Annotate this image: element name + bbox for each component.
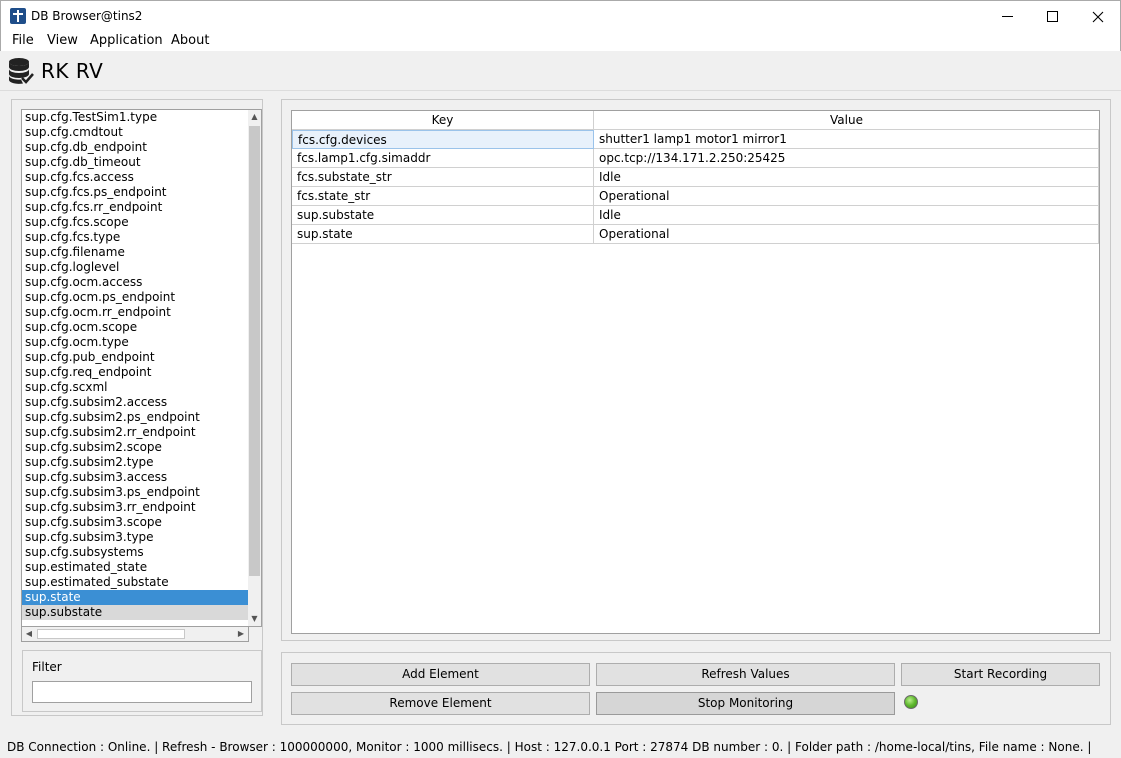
list-item[interactable]: sup.cfg.ocm.scope	[22, 320, 248, 335]
key-list-horizontal-scrollbar[interactable]: ◀ ▶	[21, 627, 249, 642]
scroll-down-icon[interactable]: ▼	[248, 612, 261, 626]
list-item[interactable]: sup.cfg.subsim2.rr_endpoint	[22, 425, 248, 440]
table-cell-value[interactable]: opc.tcp://134.171.2.250:25425	[594, 149, 1099, 168]
close-icon	[1092, 11, 1104, 22]
table-row[interactable]: fcs.state_str Operational	[292, 187, 1099, 206]
table-cell-value[interactable]: Operational	[594, 187, 1099, 206]
list-item[interactable]: sup.cfg.fcs.rr_endpoint	[22, 200, 248, 215]
list-item[interactable]: sup.estimated_state	[22, 560, 248, 575]
database-check-icon	[9, 58, 34, 84]
filter-group: Filter	[22, 650, 262, 712]
key-list[interactable]: sup.cfg.TestSim1.type sup.cfg.cmdtout sup.…	[21, 109, 249, 627]
window-title: DB Browser@tins2	[31, 9, 143, 23]
list-item[interactable]: sup.substate	[22, 605, 248, 620]
list-item[interactable]: sup.cfg.db_timeout	[22, 155, 248, 170]
list-item[interactable]: sup.cfg.subsim2.scope	[22, 440, 248, 455]
list-item[interactable]: sup.cfg.subsim2.type	[22, 455, 248, 470]
scrollbar-thumb[interactable]	[249, 126, 260, 576]
db-browser-app-icon	[10, 8, 26, 24]
list-item[interactable]: sup.cfg.db_endpoint	[22, 140, 248, 155]
list-item[interactable]: sup.cfg.TestSim1.type	[22, 110, 248, 125]
list-item[interactable]: sup.cfg.subsystems	[22, 545, 248, 560]
menu-application[interactable]: Application	[90, 33, 163, 48]
minimize-icon	[1001, 16, 1013, 17]
column-header-key[interactable]: Key	[292, 111, 594, 130]
table-row[interactable]: sup.state Operational	[292, 225, 1099, 244]
menu-bar: File View Application About	[0, 31, 1121, 51]
refresh-values-button[interactable]: Refresh Values	[596, 663, 895, 686]
add-element-button[interactable]: Add Element	[291, 663, 590, 686]
minimize-button[interactable]	[984, 1, 1030, 32]
table-cell-key[interactable]: sup.state	[292, 225, 594, 244]
table-row[interactable]: fcs.lamp1.cfg.simaddr opc.tcp://134.171.2…	[292, 149, 1099, 168]
filter-input[interactable]	[32, 681, 252, 703]
table-cell-value[interactable]: shutter1 lamp1 motor1 mirror1	[594, 130, 1099, 149]
list-item[interactable]: sup.cfg.req_endpoint	[22, 365, 248, 380]
list-item[interactable]: sup.cfg.cmdtout	[22, 125, 248, 140]
list-item[interactable]: sup.cfg.subsim3.scope	[22, 515, 248, 530]
maximize-button[interactable]	[1029, 1, 1075, 32]
table-cell-value[interactable]: Operational	[594, 225, 1099, 244]
table-row[interactable]: sup.substate Idle	[292, 206, 1099, 225]
list-item[interactable]: sup.cfg.subsim3.ps_endpoint	[22, 485, 248, 500]
list-item[interactable]: sup.cfg.scxml	[22, 380, 248, 395]
table-cell-value[interactable]: Idle	[594, 168, 1099, 187]
menu-about[interactable]: About	[171, 33, 209, 48]
monitor-table[interactable]: Key Value fcs.cfg.devices shutter1 lamp1 …	[291, 110, 1100, 634]
scroll-up-icon[interactable]: ▲	[248, 110, 261, 124]
table-cell-key[interactable]: fcs.cfg.devices	[292, 130, 594, 149]
scroll-right-icon[interactable]: ▶	[234, 627, 248, 641]
title-bar: DB Browser@tins2	[0, 0, 1121, 31]
list-item[interactable]: sup.cfg.fcs.type	[22, 230, 248, 245]
scroll-left-icon[interactable]: ◀	[22, 627, 36, 641]
scrollbar-thumb[interactable]	[37, 629, 185, 639]
key-list-vertical-scrollbar[interactable]: ▲ ▼	[248, 109, 262, 627]
list-item[interactable]: sup.cfg.pub_endpoint	[22, 350, 248, 365]
remove-element-button[interactable]: Remove Element	[291, 692, 590, 715]
maximize-icon	[1046, 11, 1058, 22]
close-button[interactable]	[1075, 1, 1121, 32]
table-cell-value[interactable]: Idle	[594, 206, 1099, 225]
list-item[interactable]: sup.cfg.fcs.scope	[22, 215, 248, 230]
list-item[interactable]: sup.cfg.subsim3.access	[22, 470, 248, 485]
list-item[interactable]: sup.cfg.fcs.ps_endpoint	[22, 185, 248, 200]
stop-monitoring-button[interactable]: Stop Monitoring	[596, 692, 895, 715]
list-item[interactable]: sup.cfg.subsim3.type	[22, 530, 248, 545]
table-cell-key[interactable]: fcs.lamp1.cfg.simaddr	[292, 149, 594, 168]
table-row[interactable]: fcs.cfg.devices shutter1 lamp1 motor1 mir…	[292, 130, 1099, 149]
list-item[interactable]: sup.cfg.loglevel	[22, 260, 248, 275]
list-item[interactable]: sup.cfg.subsim2.ps_endpoint	[22, 410, 248, 425]
table-cell-key[interactable]: fcs.substate_str	[292, 168, 594, 187]
list-item[interactable]: sup.cfg.fcs.access	[22, 170, 248, 185]
menu-file[interactable]: File	[12, 33, 34, 48]
filter-label: Filter	[32, 660, 62, 674]
status-bar: DB Connection : Online. | Refresh - Brow…	[0, 736, 1121, 758]
start-recording-button[interactable]: Start Recording	[901, 663, 1100, 686]
menu-view[interactable]: View	[47, 33, 78, 48]
list-item[interactable]: sup.cfg.subsim2.access	[22, 395, 248, 410]
list-item[interactable]: sup.cfg.ocm.access	[22, 275, 248, 290]
list-item[interactable]: sup.estimated_substate	[22, 575, 248, 590]
table-cell-key[interactable]: sup.substate	[292, 206, 594, 225]
column-header-value[interactable]: Value	[594, 111, 1099, 130]
list-item[interactable]: sup.cfg.ocm.ps_endpoint	[22, 290, 248, 305]
list-item[interactable]: sup.cfg.ocm.rr_endpoint	[22, 305, 248, 320]
table-row[interactable]: fcs.substate_str Idle	[292, 168, 1099, 187]
list-item[interactable]: sup.cfg.subsim3.rr_endpoint	[22, 500, 248, 515]
toolbar: RK RV	[0, 51, 1121, 91]
toolbar-title: RK RV	[41, 59, 104, 83]
table-cell-key[interactable]: fcs.state_str	[292, 187, 594, 206]
list-item[interactable]: sup.cfg.ocm.type	[22, 335, 248, 350]
status-text: DB Connection : Online. | Refresh - Brow…	[7, 740, 1092, 754]
list-item[interactable]: sup.state	[22, 590, 248, 605]
list-item[interactable]: sup.cfg.filename	[22, 245, 248, 260]
monitor-status-led-icon	[904, 695, 918, 709]
